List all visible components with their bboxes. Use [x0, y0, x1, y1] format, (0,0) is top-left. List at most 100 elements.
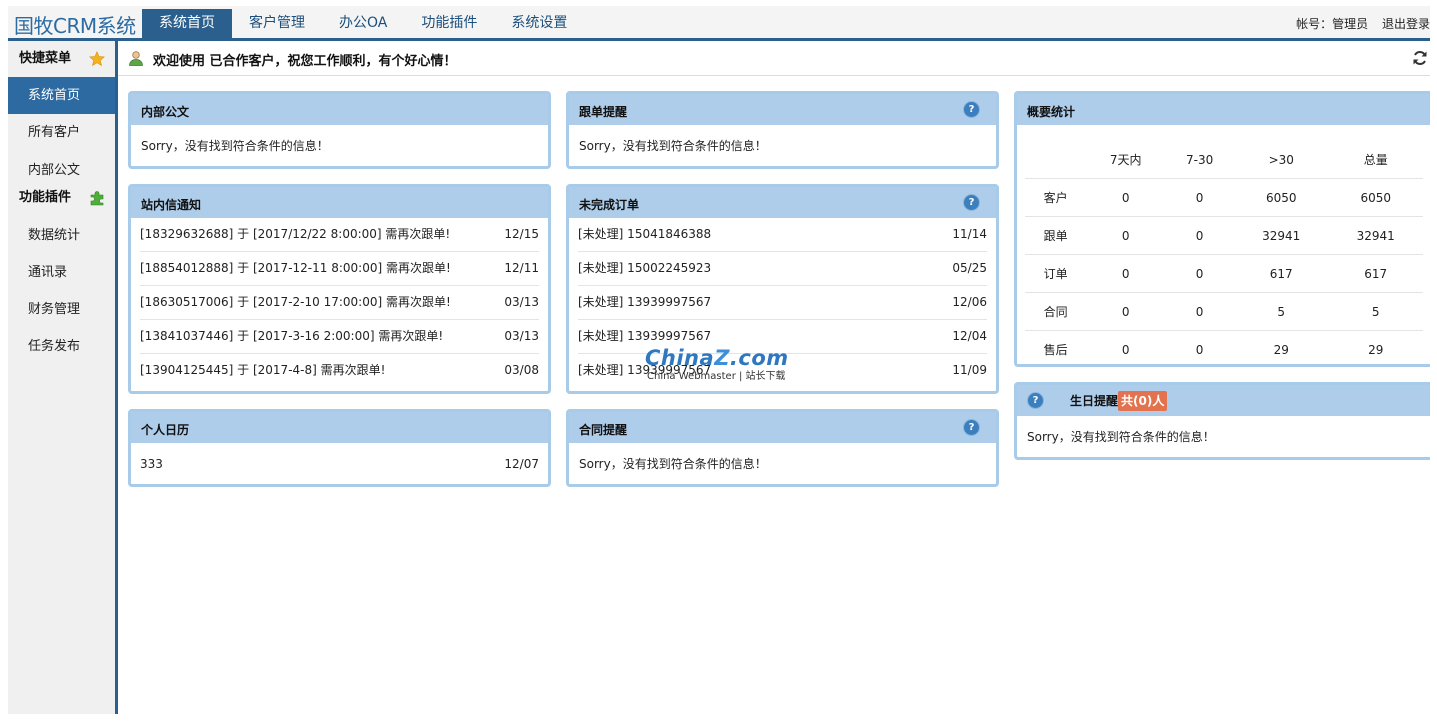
- list-item[interactable]: [18630517006] 于 [2017-2-10 17:00:00] 需再次…: [140, 286, 539, 320]
- panel-title: 合同提醒: [579, 423, 628, 437]
- app-title: 国牧CRM系统: [14, 14, 136, 38]
- quick-menu-header: 快捷菜单: [8, 41, 115, 77]
- sidebar-item-home[interactable]: 系统首页: [8, 77, 115, 114]
- panel-header: 合同提醒 ?: [569, 412, 996, 443]
- empty-message: Sorry，没有找到符合条件的信息！: [579, 457, 767, 471]
- row-label: 订单: [1025, 254, 1087, 293]
- list-item[interactable]: [13904125445] 于 [2017-4-8] 需再次跟单! 03/08: [140, 354, 539, 387]
- summary-table: 7天内 7-30 >30 总量 客户 0 0 6050 6050 跟单 0 0: [1025, 141, 1423, 365]
- list-item[interactable]: [未处理] 15002245923 05/25: [578, 252, 987, 286]
- panel-header: 未完成订单 ?: [569, 187, 996, 218]
- message-text: [18329632688] 于 [2017/12/22 8:00:00] 需再次…: [140, 227, 451, 241]
- panel-title: 生日提醒 共(0)人: [1070, 391, 1168, 411]
- table-cell: 0: [1086, 254, 1166, 293]
- table-cell: 0: [1121, 342, 1130, 357]
- welcome-text: 欢迎使用 已合作客户，祝您工作顺利，有个好心情！: [153, 54, 457, 69]
- logout-link[interactable]: 退出登录: [1382, 17, 1430, 31]
- refresh-icon[interactable]: [1412, 50, 1428, 66]
- nav-office-oa[interactable]: 办公OA: [322, 9, 404, 38]
- order-date: 12/06: [952, 295, 987, 309]
- table-cell: 29: [1368, 342, 1384, 357]
- column-header: 7-30: [1165, 141, 1234, 179]
- nav-plugins[interactable]: 功能插件: [404, 9, 494, 38]
- birthday-count-badge: 共(0)人: [1118, 391, 1168, 411]
- sidebar-item-all-customers[interactable]: 所有客户: [8, 114, 115, 151]
- message-date: 12/11: [504, 261, 539, 275]
- nav-customers[interactable]: 客户管理: [232, 9, 322, 38]
- star-icon: [89, 51, 105, 67]
- welcome-bar: 欢迎使用 已合作客户，祝您工作顺利，有个好心情！: [118, 41, 1430, 76]
- list-item[interactable]: 333 12/07: [140, 443, 539, 484]
- panel-birthday-remind: ? 生日提醒 共(0)人 Sorry，没有找到符合条件的信息！: [1014, 382, 1430, 460]
- table-cell: 32941: [1233, 216, 1329, 255]
- sidebar-item-tasks[interactable]: 任务发布: [8, 328, 115, 365]
- sidebar-item-data-stats[interactable]: 数据统计: [8, 217, 115, 254]
- table-cell: 0: [1165, 292, 1234, 331]
- column-header: 总量: [1328, 141, 1423, 179]
- table-cell: 29: [1273, 342, 1289, 357]
- list-item[interactable]: [18329632688] 于 [2017/12/22 8:00:00] 需再次…: [140, 218, 539, 252]
- message-text: [18630517006] 于 [2017-2-10 17:00:00] 需再次…: [140, 295, 451, 309]
- plugin-header: 功能插件: [8, 181, 115, 217]
- sidebar-item-finance[interactable]: 财务管理: [8, 291, 115, 328]
- empty-message: Sorry，没有找到符合条件的信息！: [579, 139, 767, 153]
- sidebar: 快捷菜单 系统首页 所有客户 内部公文 功能插件 数据统计 通讯录 财务管理 任…: [8, 41, 118, 714]
- message-date: 03/13: [504, 295, 539, 309]
- list-item[interactable]: [18854012888] 于 [2017-12-11 8:00:00] 需再次…: [140, 252, 539, 286]
- crm-window: 国牧CRM系统 系统首页 客户管理 办公OA 功能插件 系统设置 帐号：管理员 …: [8, 6, 1430, 714]
- birthday-title: 生日提醒: [1070, 394, 1119, 408]
- calendar-text: 333: [140, 457, 163, 471]
- message-date: 12/15: [504, 227, 539, 241]
- help-icon[interactable]: ?: [963, 194, 980, 211]
- panel-personal-calendar: 个人日历 333 12/07: [128, 409, 551, 487]
- table-cell: 617: [1233, 254, 1329, 293]
- table-cell: 617: [1328, 254, 1423, 293]
- list-item[interactable]: [13841037446] 于 [2017-3-16 2:00:00] 需再次跟…: [140, 320, 539, 354]
- nav-settings[interactable]: 系统设置: [494, 9, 584, 38]
- panel-header: 个人日历: [131, 412, 548, 443]
- panel-title: 未完成订单: [579, 198, 640, 212]
- message-text: [13841037446] 于 [2017-3-16 2:00:00] 需再次跟…: [140, 329, 444, 343]
- table-cell: 6050: [1328, 178, 1423, 217]
- list-item[interactable]: [未处理] 13939997567 12/06: [578, 286, 987, 320]
- column-header: 7天内: [1086, 141, 1166, 179]
- row-label: 售后: [1043, 343, 1068, 357]
- message-date: 03/08: [504, 363, 539, 377]
- order-text: [未处理] 15002245923: [578, 261, 712, 275]
- plugin-title: 功能插件: [19, 190, 72, 205]
- empty-message: Sorry，没有找到符合条件的信息！: [1027, 430, 1215, 444]
- table-row: 跟单 0 0 32941 32941: [1025, 216, 1423, 255]
- table-cell: 5: [1233, 292, 1329, 331]
- sidebar-item-contacts[interactable]: 通讯录: [8, 254, 115, 291]
- order-date: 12/04: [952, 329, 987, 343]
- list-item[interactable]: [未处理] 13939997567 11/09: [578, 354, 987, 387]
- row-label: 合同: [1025, 292, 1087, 331]
- top-navbar: 国牧CRM系统 系统首页 客户管理 办公OA 功能插件 系统设置 帐号：管理员 …: [8, 6, 1430, 41]
- list-item[interactable]: [未处理] 13939997567 12/04: [578, 320, 987, 354]
- order-text: [未处理] 13939997567: [578, 363, 712, 377]
- row-label: 客户: [1025, 178, 1087, 217]
- puzzle-icon: [90, 191, 104, 206]
- nav-home[interactable]: 系统首页: [142, 9, 232, 38]
- order-text: [未处理] 13939997567: [578, 295, 712, 309]
- list-item[interactable]: [未处理] 15041846388 11/14: [578, 218, 987, 252]
- message-text: [13904125445] 于 [2017-4-8] 需再次跟单!: [140, 363, 386, 377]
- table-header-row: 7天内 7-30 >30 总量: [1025, 141, 1423, 179]
- calendar-date: 12/07: [504, 457, 539, 471]
- panel-followup-remind: 跟单提醒 ? Sorry，没有找到符合条件的信息！: [566, 91, 999, 169]
- column-header: [1025, 141, 1087, 179]
- panel-pending-orders: 未完成订单 ? [未处理] 15041846388 11/14 [未处理] 150…: [566, 184, 999, 394]
- help-icon[interactable]: ?: [963, 101, 980, 118]
- row-label: 跟单: [1025, 216, 1087, 255]
- table-cell: 0: [1195, 342, 1204, 357]
- table-row: 售后 0 0 29 29: [1025, 331, 1423, 365]
- sidebar-item-internal-docs[interactable]: 内部公文: [8, 151, 115, 181]
- table-cell: 0: [1086, 178, 1166, 217]
- help-icon[interactable]: ?: [1027, 392, 1044, 409]
- column-header: >30: [1233, 141, 1329, 179]
- help-icon[interactable]: ?: [963, 419, 980, 436]
- panel-header: ? 生日提醒 共(0)人: [1017, 385, 1430, 416]
- panel-header: 跟单提醒 ?: [569, 94, 996, 125]
- empty-message: Sorry，没有找到符合条件的信息！: [141, 139, 329, 153]
- order-date: 05/25: [952, 261, 987, 275]
